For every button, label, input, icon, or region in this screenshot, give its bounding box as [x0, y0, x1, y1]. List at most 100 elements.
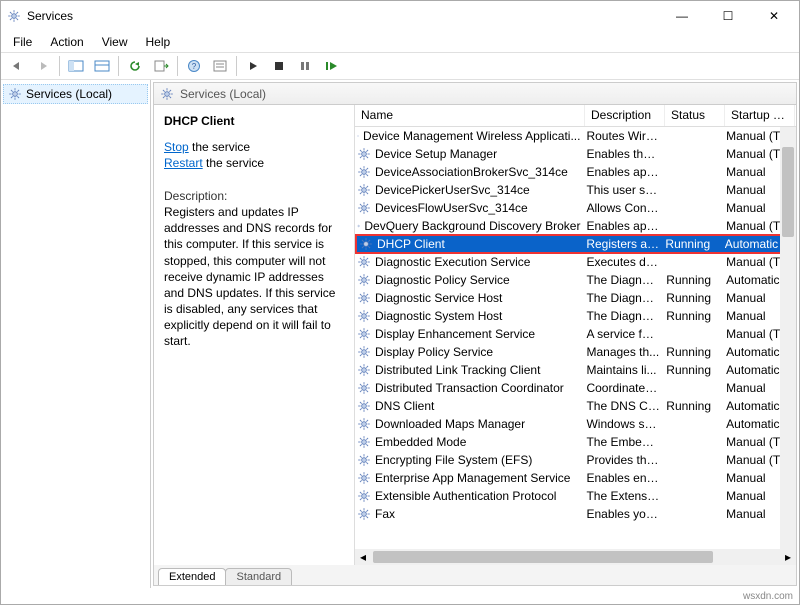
service-row[interactable]: FaxEnables you ...Manual [355, 505, 796, 523]
service-name: Enterprise App Management Service [375, 471, 570, 485]
service-icon [357, 273, 371, 287]
scrollbar-thumb[interactable] [782, 147, 794, 237]
export-list-button[interactable] [149, 55, 173, 77]
service-row[interactable]: DevicesFlowUserSvc_314ceAllows Conn...Ma… [355, 199, 796, 217]
service-row[interactable]: Embedded ModeThe Embedd...Manual (Tr [355, 433, 796, 451]
menubar: File Action View Help [1, 31, 799, 52]
column-header-status[interactable]: Status [665, 105, 725, 126]
service-row[interactable]: Device Setup ManagerEnables the ...Manua… [355, 145, 796, 163]
service-name: Extensible Authentication Protocol [375, 489, 556, 503]
window-title: Services [27, 9, 73, 23]
menu-file[interactable]: File [5, 33, 40, 51]
detail-pane: DHCP Client Stop the service Restart the… [154, 105, 354, 565]
service-row[interactable]: Encrypting File System (EFS)Provides the… [355, 451, 796, 469]
service-row[interactable]: Diagnostic Service HostThe Diagnos...Run… [355, 289, 796, 307]
column-header-description[interactable]: Description [585, 105, 665, 126]
service-name: DevicesFlowUserSvc_314ce [375, 201, 528, 215]
service-row[interactable]: Diagnostic Policy ServiceThe Diagnos...R… [355, 271, 796, 289]
stop-link[interactable]: Stop [164, 140, 189, 154]
service-description: Windows ser... [586, 417, 666, 431]
service-row[interactable]: Display Enhancement ServiceA service for… [355, 325, 796, 343]
column-headers: Name Description Status Startup Typ [355, 105, 796, 127]
properties-button[interactable] [208, 55, 232, 77]
service-icon [357, 363, 371, 377]
pause-service-button[interactable] [293, 55, 317, 77]
service-icon [357, 309, 371, 323]
service-description: Coordinates ... [586, 381, 666, 395]
services-window: Services — ☐ ✕ File Action View Help ? [0, 0, 800, 605]
service-icon [357, 507, 371, 521]
service-description: The Extensib... [586, 489, 666, 503]
service-status: Running [666, 291, 726, 305]
menu-view[interactable]: View [94, 33, 136, 51]
service-row[interactable]: Display Policy ServiceManages th...Runni… [355, 343, 796, 361]
service-row[interactable]: DevQuery Background Discovery BrokerEnab… [355, 217, 796, 235]
service-row[interactable]: Device Management Wireless Applicati...R… [355, 127, 796, 145]
tree-root-item[interactable]: Services (Local) [3, 84, 148, 104]
column-header-name[interactable]: Name [355, 105, 585, 126]
start-service-button[interactable] [241, 55, 265, 77]
service-name: Encrypting File System (EFS) [375, 453, 532, 467]
app-icon [7, 9, 21, 23]
service-name: Device Setup Manager [375, 147, 497, 161]
service-list-pane: Name Description Status Startup Typ Devi… [354, 105, 796, 565]
menu-action[interactable]: Action [42, 33, 91, 51]
column-header-startup[interactable]: Startup Typ [725, 105, 795, 126]
menu-help[interactable]: Help [138, 33, 179, 51]
service-status: Running [666, 399, 726, 413]
scroll-right-arrow[interactable]: ▸ [780, 549, 796, 565]
service-row[interactable]: DHCP ClientRegisters an...RunningAutomat… [355, 234, 796, 254]
service-row[interactable]: Distributed Transaction CoordinatorCoord… [355, 379, 796, 397]
stop-service-button[interactable] [267, 55, 291, 77]
vertical-scrollbar[interactable] [780, 127, 796, 549]
forward-button[interactable] [31, 55, 55, 77]
service-row[interactable]: DeviceAssociationBrokerSvc_314ceEnables … [355, 163, 796, 181]
service-row[interactable]: Diagnostic Execution ServiceExecutes dia… [355, 253, 796, 271]
main-content: DHCP Client Stop the service Restart the… [154, 105, 796, 565]
titlebar: Services — ☐ ✕ [1, 1, 799, 31]
refresh-button[interactable] [123, 55, 147, 77]
help-button[interactable]: ? [182, 55, 206, 77]
service-row[interactable]: Downloaded Maps ManagerWindows ser...Aut… [355, 415, 796, 433]
tab-standard[interactable]: Standard [225, 568, 292, 585]
service-icon [357, 471, 371, 485]
main-pane-header: Services (Local) [154, 83, 796, 105]
service-name: DHCP Client [377, 237, 445, 251]
service-row[interactable]: Enterprise App Management Service Enables… [355, 469, 796, 487]
maximize-button[interactable]: ☐ [705, 1, 751, 31]
service-name: DNS Client [375, 399, 434, 413]
scrollbar-thumb[interactable] [373, 551, 713, 563]
service-description: Routes Wirel... [586, 129, 666, 143]
service-description: The Embedd... [586, 435, 666, 449]
selected-service-name: DHCP Client [164, 113, 344, 129]
service-description: Enables ente... [586, 471, 666, 485]
restart-service-button[interactable] [319, 55, 343, 77]
service-description: The Diagnos... [586, 291, 666, 305]
restart-link[interactable]: Restart [164, 156, 203, 170]
close-button[interactable]: ✕ [751, 1, 797, 31]
service-icon [359, 237, 373, 251]
minimize-button[interactable]: — [659, 1, 705, 31]
main-pane-title: Services (Local) [180, 87, 266, 101]
service-row[interactable]: DNS ClientThe DNS Cli...RunningAutomatic [355, 397, 796, 415]
scroll-left-arrow[interactable]: ◂ [355, 549, 371, 565]
show-hide-tree-button[interactable] [64, 55, 88, 77]
service-name: Distributed Link Tracking Client [375, 363, 540, 377]
service-row[interactable]: Distributed Link Tracking Client Maintain… [355, 361, 796, 379]
service-icon [357, 219, 360, 233]
back-button[interactable] [5, 55, 29, 77]
service-name: DevQuery Background Discovery Broker [364, 219, 580, 233]
body-area: Services (Local) Services (Local) DHCP C… [1, 80, 799, 588]
properties-console-button[interactable] [90, 55, 114, 77]
tab-extended[interactable]: Extended [158, 568, 226, 585]
footer-text: wsxdn.com [743, 591, 793, 602]
window-controls: — ☐ ✕ [659, 1, 797, 31]
service-row[interactable]: Extensible Authentication Protocol The Ex… [355, 487, 796, 505]
service-row[interactable]: Diagnostic System HostThe Diagnos...Runn… [355, 307, 796, 325]
service-icon [357, 147, 371, 161]
toolbar-separator [177, 56, 178, 76]
horizontal-scrollbar[interactable]: ◂ ▸ [355, 549, 796, 565]
service-description: Maintains li... [586, 363, 666, 377]
service-description: The DNS Cli... [586, 399, 666, 413]
service-row[interactable]: DevicePickerUserSvc_314ceThis user ser..… [355, 181, 796, 199]
